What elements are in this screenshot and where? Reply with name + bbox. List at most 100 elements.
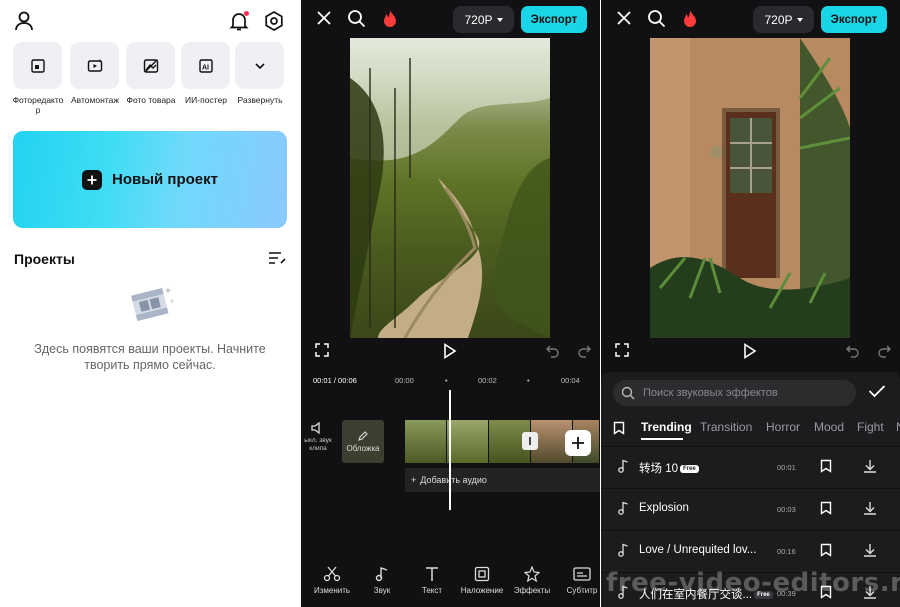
plus-icon: + <box>411 475 417 485</box>
ruler-tick: 00:04 <box>561 376 580 385</box>
editor-top-bar: 720P Экспорт <box>301 0 600 38</box>
sound-effects-screen: 720P Экспорт Поиск звуковых эффектов Tre… <box>601 0 900 607</box>
tool-label: ИИ-постер <box>185 95 227 105</box>
tool-edit[interactable]: Изменить <box>307 566 357 595</box>
tool-text[interactable]: Текст <box>407 566 457 595</box>
scissors-icon <box>323 566 341 582</box>
redo-icon[interactable] <box>877 344 891 358</box>
photo-edit-icon <box>13 42 62 89</box>
add-clip-button[interactable] <box>565 430 591 456</box>
play-icon[interactable] <box>443 343 457 359</box>
tool-overlay[interactable]: Наложение <box>457 566 507 595</box>
clip-thumbnail <box>405 420 447 463</box>
cover-button[interactable]: Обложка <box>342 420 384 463</box>
bottom-toolbar: Изменить Звук Текст Наложение Эффекты Су… <box>301 562 600 607</box>
chevron-down-icon <box>235 42 284 89</box>
sfx-list-item[interactable]: Love / Unrequited lov... 00:16 <box>601 530 900 571</box>
tab-trending[interactable]: Trending <box>641 420 692 434</box>
mute-label: ыкл. звук клипа <box>304 437 332 452</box>
clip-thumbnail <box>447 420 489 463</box>
playhead[interactable] <box>449 390 451 510</box>
tool-effects[interactable]: Эффекты <box>507 566 557 595</box>
tab-mood[interactable]: Mood <box>814 420 844 434</box>
music-note-icon <box>375 567 388 582</box>
profile-icon[interactable] <box>13 10 35 32</box>
settings-gear-icon[interactable] <box>263 10 285 32</box>
add-audio-button[interactable]: + Добавить аудио <box>405 468 600 492</box>
pencil-icon <box>358 430 368 441</box>
download-icon[interactable] <box>863 459 877 473</box>
tool-subtitles[interactable]: Субтитр <box>557 566 600 595</box>
bookmark-tab-icon[interactable] <box>613 421 625 435</box>
export-button[interactable]: Экспорт <box>821 6 887 33</box>
tool-ai-poster[interactable]: AI ИИ-постер <box>181 42 231 105</box>
flame-icon[interactable] <box>381 9 399 29</box>
resolution-value: 720P <box>764 12 793 27</box>
fullscreen-icon[interactable] <box>615 343 629 357</box>
notification-dot <box>244 11 249 16</box>
active-tab-underline <box>641 438 683 440</box>
bookmark-icon[interactable] <box>820 501 832 515</box>
undo-icon[interactable] <box>546 344 560 358</box>
tab-horror[interactable]: Horror <box>766 420 800 434</box>
tool-label: Звук <box>373 586 391 595</box>
resolution-select[interactable]: 720P <box>753 6 814 33</box>
tool-sound[interactable]: Звук <box>357 566 407 595</box>
tool-label: Автомонтаж <box>71 95 119 105</box>
tool-product-photo[interactable]: Фото товара <box>126 42 176 105</box>
flame-icon[interactable] <box>681 9 699 29</box>
tool-photo-editor[interactable]: Фоторедакто р <box>13 42 63 115</box>
svg-text:AI: AI <box>202 64 209 71</box>
download-icon[interactable] <box>863 501 877 515</box>
tool-label: Текст <box>421 586 443 595</box>
export-button[interactable]: Экспорт <box>521 6 587 33</box>
sfx-category-tabs: Trending Transition Horror Mood Fight N <box>601 418 900 438</box>
mute-clip-audio-toggle[interactable]: ыкл. звук клипа <box>301 422 335 453</box>
sparkle-star-icon <box>524 566 540 582</box>
bookmark-icon[interactable] <box>820 459 832 473</box>
ruler-tick: 00:00 <box>395 376 414 385</box>
check-icon[interactable] <box>868 384 886 398</box>
fullscreen-icon[interactable] <box>315 343 329 357</box>
tool-label: Изменить <box>313 586 351 595</box>
new-project-button[interactable]: Новый проект <box>13 131 287 228</box>
sfx-duration: 00:03 <box>777 505 796 514</box>
tool-label: Субтитр <box>566 586 598 595</box>
ruler-dot: • <box>445 376 448 385</box>
home-screen: Фоторедакто р Автомонтаж Фото товара AI … <box>0 0 300 607</box>
tool-expand[interactable]: Развернуть <box>235 42 285 105</box>
tab-more[interactable]: N <box>896 420 900 434</box>
caret-down-icon <box>796 17 803 22</box>
sfx-search-input[interactable]: Поиск звуковых эффектов <box>613 380 856 406</box>
resolution-value: 720P <box>464 12 493 27</box>
sort-list-icon[interactable] <box>268 251 286 265</box>
new-project-label: Новый проект <box>112 171 218 188</box>
subtitles-icon <box>573 567 591 581</box>
tool-auto-edit[interactable]: Автомонтаж <box>70 42 120 105</box>
tool-label: Фото товара <box>126 95 176 105</box>
music-note-icon <box>617 459 629 473</box>
tool-label: Эффекты <box>513 586 551 595</box>
sfx-search-placeholder: Поиск звуковых эффектов <box>643 387 778 399</box>
tab-fight[interactable]: Fight <box>857 420 884 434</box>
resolution-select[interactable]: 720P <box>453 6 514 33</box>
redo-icon[interactable] <box>577 344 591 358</box>
bookmark-icon[interactable] <box>820 543 832 557</box>
ai-poster-icon: AI <box>181 42 230 89</box>
play-icon[interactable] <box>743 343 757 359</box>
search-icon[interactable] <box>647 9 666 28</box>
empty-projects-text: Здесь появятся ваши проекты. Начните тво… <box>34 342 266 372</box>
watermark: free-video-editors.ru <box>606 568 900 598</box>
text-icon <box>426 567 438 581</box>
timeline-ruler: 00:01 / 00:06 00:00 • 00:02 • 00:04 <box>301 372 600 388</box>
sfx-list-item[interactable]: Explosion 00:03 <box>601 488 900 529</box>
search-icon[interactable] <box>347 9 366 28</box>
close-icon[interactable] <box>315 9 333 27</box>
trim-handle[interactable] <box>522 432 538 450</box>
sfx-list-item[interactable]: 转场 10 Free 00:01 <box>601 446 900 487</box>
close-icon[interactable] <box>615 9 633 27</box>
download-icon[interactable] <box>863 543 877 557</box>
undo-icon[interactable] <box>846 344 860 358</box>
tab-transition[interactable]: Transition <box>700 420 752 434</box>
music-note-icon <box>617 501 629 515</box>
